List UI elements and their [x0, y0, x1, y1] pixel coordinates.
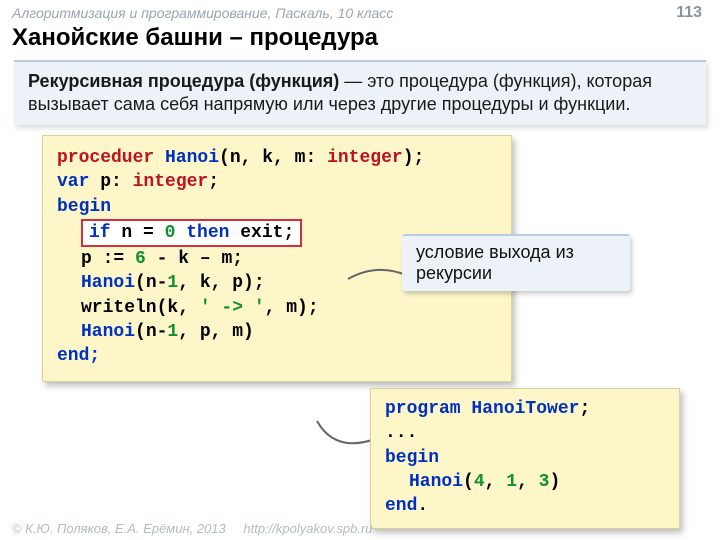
- code-line-8: Hanoi(n-1, p, m): [57, 320, 497, 344]
- code-line-9: end;: [57, 344, 497, 368]
- code-line-3: begin: [57, 195, 497, 219]
- prog-line-3: begin: [385, 446, 665, 470]
- code-line-1: proceduer Hanoi(n, k, m: integer);: [57, 146, 497, 170]
- footer-url: http://kpolyakov.spb.ru: [243, 521, 372, 536]
- definition-block: Рекурсивная процедура (функция) — это пр…: [14, 60, 706, 125]
- prog-line-4: Hanoi(4, 1, 3): [385, 470, 665, 494]
- slide-footer: © К.Ю. Поляков, Е.А. Ерёмин, 2013 http:/…: [12, 521, 372, 536]
- page-title: Ханойские башни – процедура: [0, 22, 720, 58]
- definition-lead: Рекурсивная процедура (функция): [28, 71, 339, 91]
- prog-line-1: program HanoiTower;: [385, 397, 665, 421]
- course-label: Алгоритмизация и программирование, Паска…: [12, 5, 393, 21]
- note-exit-condition: условие выхода из рекурсии: [402, 234, 630, 291]
- code-line-2: var p: integer;: [57, 170, 497, 194]
- code-line-7: writeln(k, ' -> ', m);: [57, 296, 497, 320]
- copyright: © К.Ю. Поляков, Е.А. Ерёмин, 2013: [12, 521, 226, 536]
- prog-line-2: ...: [385, 421, 665, 445]
- slide-header: Алгоритмизация и программирование, Паска…: [0, 0, 720, 22]
- page-number: 113: [676, 4, 702, 22]
- exit-condition-highlight: if n = 0 then exit;: [81, 219, 302, 247]
- prog-line-5: end.: [385, 494, 665, 518]
- program-block: program HanoiTower; ... begin Hanoi(4, 1…: [370, 388, 680, 529]
